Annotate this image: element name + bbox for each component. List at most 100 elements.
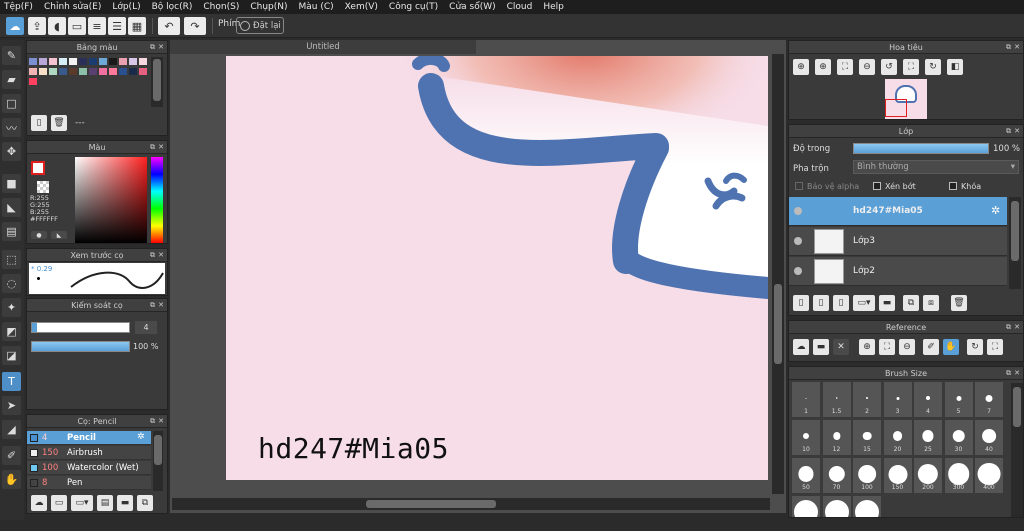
brush-size-cell[interactable]: 150 — [882, 457, 913, 494]
brush-size-cell[interactable]: 2 — [852, 381, 882, 418]
nav-fit-icon[interactable]: ⛶ — [837, 59, 853, 75]
canvas-hscroll[interactable] — [172, 498, 770, 510]
undo-icon[interactable]: ↶ — [158, 17, 180, 35]
select-pen-icon[interactable]: ◩ — [2, 322, 21, 341]
bucket-tool-icon[interactable]: ◣ — [2, 198, 21, 217]
brush-add-icon[interactable]: ▭ — [51, 495, 67, 511]
layer-add-menu-icon[interactable]: ▭▾ — [853, 295, 875, 311]
palette-swatch[interactable] — [119, 68, 127, 75]
brush-size-cell[interactable]: 1.5 — [821, 381, 852, 418]
gear-icon[interactable]: ✲ — [137, 432, 145, 442]
menu-item[interactable]: Màu (C) — [299, 2, 334, 12]
blend-mode-select[interactable]: Bình thường ▾ — [853, 160, 1019, 174]
document-tab[interactable]: Untitled — [170, 40, 476, 54]
menu-item[interactable]: Bộ lọc(R) — [152, 2, 193, 12]
primary-color-swatch[interactable] — [31, 161, 45, 175]
layer-duplicate-icon[interactable]: ⧉ — [903, 295, 919, 311]
palette-swatch[interactable] — [139, 58, 147, 65]
lasso-tool-icon[interactable]: ◌ — [2, 274, 21, 293]
palette-swatch[interactable] — [49, 68, 57, 75]
brush-item[interactable]: 8 Pen — [27, 476, 151, 490]
palette-swatch[interactable] — [29, 58, 37, 65]
menu-item[interactable]: Cửa sổ(W) — [449, 2, 495, 12]
brush-size-cell[interactable]: 40 — [974, 419, 1004, 456]
eyedropper-tool-icon[interactable]: ✐ — [2, 446, 21, 465]
brush-cloud-icon[interactable]: ☁ — [31, 495, 47, 511]
brush-add-menu-icon[interactable]: ▭▾ — [71, 495, 93, 511]
palette-swatch[interactable] — [79, 68, 87, 75]
brush-size-cell[interactable]: 70 — [821, 457, 852, 494]
palette-swatch[interactable] — [139, 68, 147, 75]
menu-item[interactable]: Cloud — [507, 2, 533, 12]
lasso-brush-icon[interactable]: 〰 — [2, 118, 21, 137]
select-rect-icon[interactable]: □ — [2, 94, 21, 113]
layer-scrollbar[interactable] — [1009, 197, 1021, 289]
nav-rotate-right-icon[interactable]: ↻ — [925, 59, 941, 75]
clipping-checkbox[interactable] — [873, 182, 881, 190]
layer-new-icon[interactable]: ▯ — [793, 295, 809, 311]
nav-rotate-left-icon[interactable]: ↺ — [881, 59, 897, 75]
layer-opacity-slider[interactable] — [853, 143, 989, 154]
brush-tool-icon[interactable]: ✎ — [2, 46, 21, 65]
marquee-tool-icon[interactable]: ⬚ — [2, 250, 21, 269]
layer-delete-icon[interactable]: 🗑 — [951, 295, 967, 311]
grid-icon[interactable]: ▦ — [128, 17, 146, 35]
canvas-vscroll[interactable] — [772, 54, 784, 494]
brush-scrollbar[interactable] — [153, 431, 163, 491]
palette-swatch[interactable] — [89, 68, 97, 75]
cloud-icon[interactable]: ☁ — [6, 17, 24, 35]
drawing-canvas[interactable] — [226, 56, 768, 480]
navigator-thumbnail[interactable] — [885, 79, 927, 119]
brush-size-cell[interactable]: 50 — [791, 457, 821, 494]
palette-swatch[interactable] — [99, 58, 107, 65]
brush-size-cell[interactable]: 10 — [791, 419, 821, 456]
brush-size-cell[interactable]: 200 — [913, 457, 943, 494]
brush-folder-icon[interactable]: ▬ — [117, 495, 133, 511]
delete-swatch-icon[interactable]: 🗑 — [51, 115, 67, 131]
brush-size-cell[interactable]: 12 — [821, 419, 852, 456]
menu-item[interactable]: Chụp(N) — [250, 2, 287, 12]
brush-size-scrollbar[interactable] — [1011, 383, 1023, 517]
palette-scrollbar[interactable] — [151, 57, 163, 107]
brush-item[interactable]: 100 Watercolor (Wet) — [27, 461, 151, 475]
palette-swatch[interactable] — [129, 58, 137, 65]
brush-settings-icon[interactable]: ▤ — [97, 495, 113, 511]
palette-swatch[interactable] — [29, 78, 37, 85]
redo-icon[interactable]: ↷ — [184, 17, 206, 35]
palette-swatch[interactable] — [119, 58, 127, 65]
palette-swatch[interactable] — [89, 58, 97, 65]
layer-new-image-icon[interactable]: ▯ — [813, 295, 829, 311]
gear-icon[interactable]: ✲ — [991, 204, 1000, 217]
divide-tool-icon[interactable]: ◢ — [2, 420, 21, 439]
ref-zoom-in-icon[interactable]: ⊕ — [859, 339, 875, 355]
layer-merge-icon[interactable]: ⧈ — [923, 295, 939, 311]
brush-size-cell[interactable]: 15 — [852, 419, 882, 456]
move-tool-icon[interactable]: ✥ — [2, 142, 21, 161]
gradient-tool-icon[interactable]: ▤ — [2, 222, 21, 241]
menu-item[interactable]: Help — [543, 2, 564, 12]
ref-cloud-icon[interactable]: ☁ — [793, 339, 809, 355]
brush-size-cell[interactable] — [852, 495, 882, 517]
ref-eyedropper-icon[interactable]: ✐ — [923, 339, 939, 355]
brush-size-cell[interactable]: 1 — [791, 381, 821, 418]
layer-row[interactable]: Lớp2 — [789, 257, 1007, 286]
brush-size-cell[interactable]: 300 — [943, 457, 974, 494]
magic-wand-icon[interactable]: ✦ — [2, 298, 21, 317]
palette-swatch[interactable] — [69, 58, 77, 65]
layer-row[interactable]: Lớp3 — [789, 227, 1007, 256]
palette-swatch[interactable] — [109, 58, 117, 65]
palette-swatch[interactable] — [69, 68, 77, 75]
palette-swatch[interactable] — [49, 58, 57, 65]
size-slider[interactable] — [31, 322, 130, 333]
color-picker-button[interactable]: ◣ — [51, 231, 67, 239]
upload-icon[interactable]: ⇪ — [28, 17, 46, 35]
brush-duplicate-icon[interactable]: ⧉ — [137, 495, 153, 511]
menu-item[interactable]: Xem(V) — [345, 2, 378, 12]
layer-row[interactable]: hd247#Mia05 ✲ — [789, 197, 1007, 226]
shape-fill-icon[interactable]: ■ — [2, 174, 21, 193]
ref-reset-icon[interactable]: ⛶ — [987, 339, 1003, 355]
brush-size-cell[interactable]: 7 — [974, 381, 1004, 418]
brush-size-cell[interactable]: 3 — [882, 381, 913, 418]
reset-button[interactable]: Đặt lại — [236, 17, 284, 34]
menu-item[interactable]: Tệp(F) — [4, 2, 33, 12]
